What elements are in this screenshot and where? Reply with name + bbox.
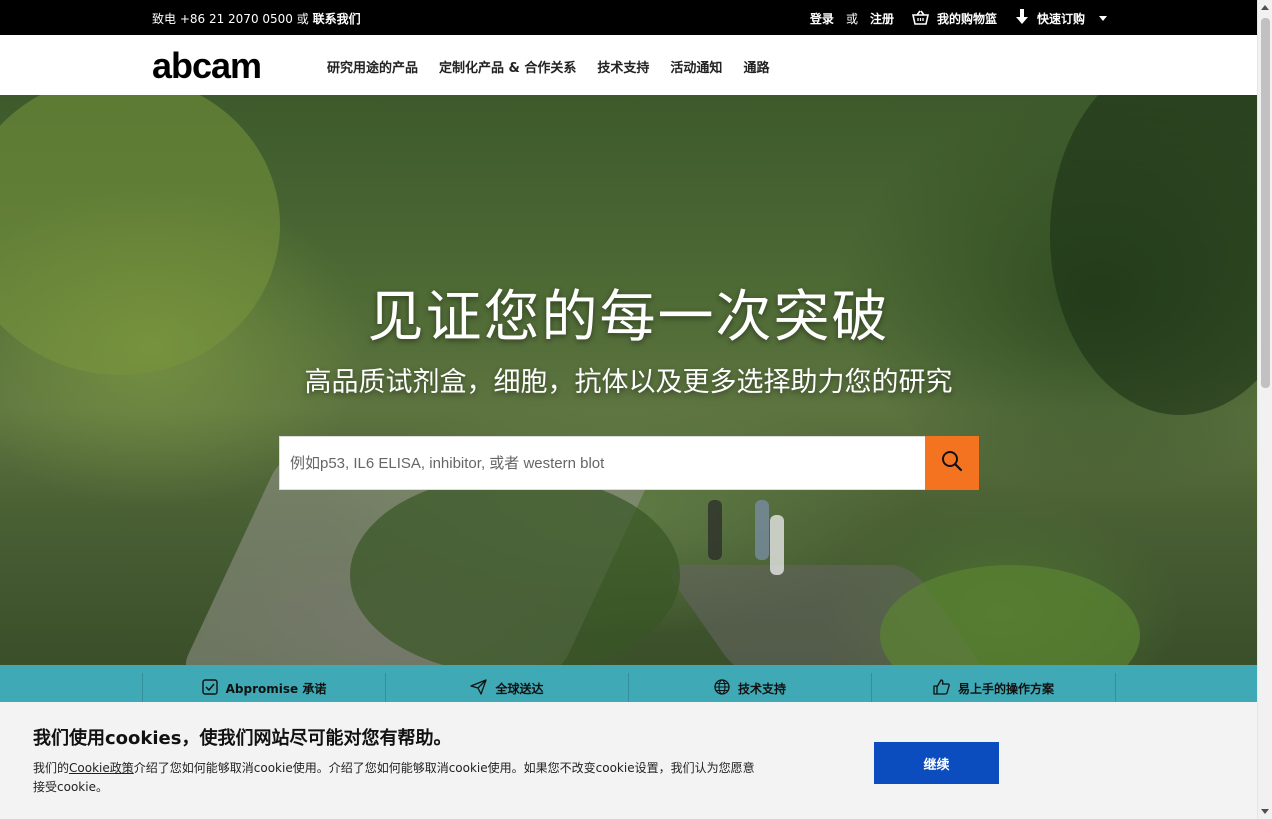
scroll-up-arrow-icon[interactable] bbox=[1261, 5, 1269, 10]
nav-events[interactable]: 活动通知 bbox=[670, 57, 722, 76]
hero-subtitle: 高品质试剂盒，细胞，抗体以及更多选择助力您的研究 bbox=[304, 367, 953, 398]
main-header: abcam 研究用途的产品 定制化产品 & 合作关系 技术支持 活动通知 通路 bbox=[0, 35, 1257, 95]
register-link[interactable]: 注册 bbox=[870, 10, 894, 27]
cart-label: 我的购物篮 bbox=[936, 12, 997, 26]
basket-icon bbox=[911, 10, 929, 28]
hero-runner bbox=[708, 500, 722, 560]
cart-link[interactable]: 我的购物篮 bbox=[911, 10, 997, 28]
thumbs-up-icon bbox=[933, 678, 950, 698]
login-register: 登录或注册 bbox=[810, 10, 894, 27]
feature-label: 易上手的操作方案 bbox=[957, 681, 1054, 696]
plane-icon bbox=[470, 678, 488, 698]
hero-bushes-center bbox=[350, 475, 680, 665]
nav-research-products[interactable]: 研究用途的产品 bbox=[327, 57, 418, 76]
nav-technical-support[interactable]: 技术支持 bbox=[597, 57, 649, 76]
search-input[interactable] bbox=[279, 436, 925, 490]
main-nav: 研究用途的产品 定制化产品 & 合作关系 技术支持 活动通知 通路 bbox=[327, 57, 769, 76]
login-link[interactable]: 登录 bbox=[810, 10, 834, 27]
cookie-accept-button[interactable]: 继续 bbox=[874, 742, 999, 784]
cookie-policy-link[interactable]: Cookie政策 bbox=[69, 761, 134, 775]
feature-strip: Abpromise 承诺 全球送达 技术支持 易上手的操作方案 bbox=[0, 665, 1257, 703]
product-search bbox=[279, 436, 979, 490]
feature-label: Abpromise 承诺 bbox=[225, 681, 327, 696]
globe-icon bbox=[714, 678, 730, 698]
checkbox-icon bbox=[201, 678, 218, 698]
cookie-text-suffix: 介绍了您如何能够取消cookie使用。介绍了您如何能够取消cookie使用。如果… bbox=[33, 761, 755, 794]
chevron-down-icon bbox=[1099, 16, 1107, 21]
cookie-banner: 我们使用cookies，使我们网站尽可能对您有帮助。 我们的Cookie政策介绍… bbox=[0, 702, 1257, 819]
contact-phone: 致电 +86 21 2070 0500 或 bbox=[152, 12, 309, 26]
feature-label: 全球送达 bbox=[495, 681, 544, 696]
page-scrollbar[interactable] bbox=[1257, 0, 1272, 819]
scrollbar-thumb[interactable] bbox=[1261, 18, 1270, 388]
feature-easy-protocols[interactable]: 易上手的操作方案 bbox=[871, 673, 1116, 703]
nav-pathways[interactable]: 通路 bbox=[743, 57, 769, 76]
contact-us-link[interactable]: 联系我们 bbox=[313, 12, 361, 26]
nav-custom-partnerships[interactable]: 定制化产品 & 合作关系 bbox=[439, 57, 576, 76]
contact-info: 致电 +86 21 2070 0500 或 联系我们 bbox=[152, 10, 361, 27]
or-text: 或 bbox=[845, 12, 858, 26]
hero-runner bbox=[755, 500, 769, 560]
abcam-logo[interactable]: abcam bbox=[152, 45, 262, 87]
search-icon bbox=[941, 450, 963, 476]
top-bar: 致电 +86 21 2070 0500 或 联系我们 登录或注册 我的购物篮 快… bbox=[0, 0, 1257, 35]
download-arrow-icon bbox=[1015, 9, 1029, 28]
cookie-text-prefix: 我们的 bbox=[33, 761, 70, 775]
hero-title: 见证您的每一次突破 bbox=[367, 285, 890, 350]
account-actions: 登录或注册 我的购物篮 快速订购 bbox=[810, 9, 1107, 28]
quick-order-label: 快速订购 bbox=[1036, 12, 1085, 26]
feature-global-delivery[interactable]: 全球送达 bbox=[385, 673, 628, 703]
hero-runner bbox=[770, 515, 784, 575]
cookie-title: 我们使用cookies，使我们网站尽可能对您有帮助。 bbox=[33, 728, 452, 749]
feature-label: 技术支持 bbox=[737, 681, 786, 696]
cookie-text: 我们的Cookie政策介绍了您如何能够取消cookie使用。介绍了您如何能够取消… bbox=[33, 759, 763, 797]
hero-banner: 见证您的每一次突破 高品质试剂盒，细胞，抗体以及更多选择助力您的研究 bbox=[0, 95, 1257, 665]
feature-abpromise[interactable]: Abpromise 承诺 bbox=[142, 673, 385, 703]
feature-tech-support[interactable]: 技术支持 bbox=[628, 673, 871, 703]
scroll-down-arrow-icon[interactable] bbox=[1261, 809, 1269, 814]
search-button[interactable] bbox=[925, 436, 979, 490]
quick-order-menu[interactable]: 快速订购 bbox=[1015, 9, 1107, 28]
